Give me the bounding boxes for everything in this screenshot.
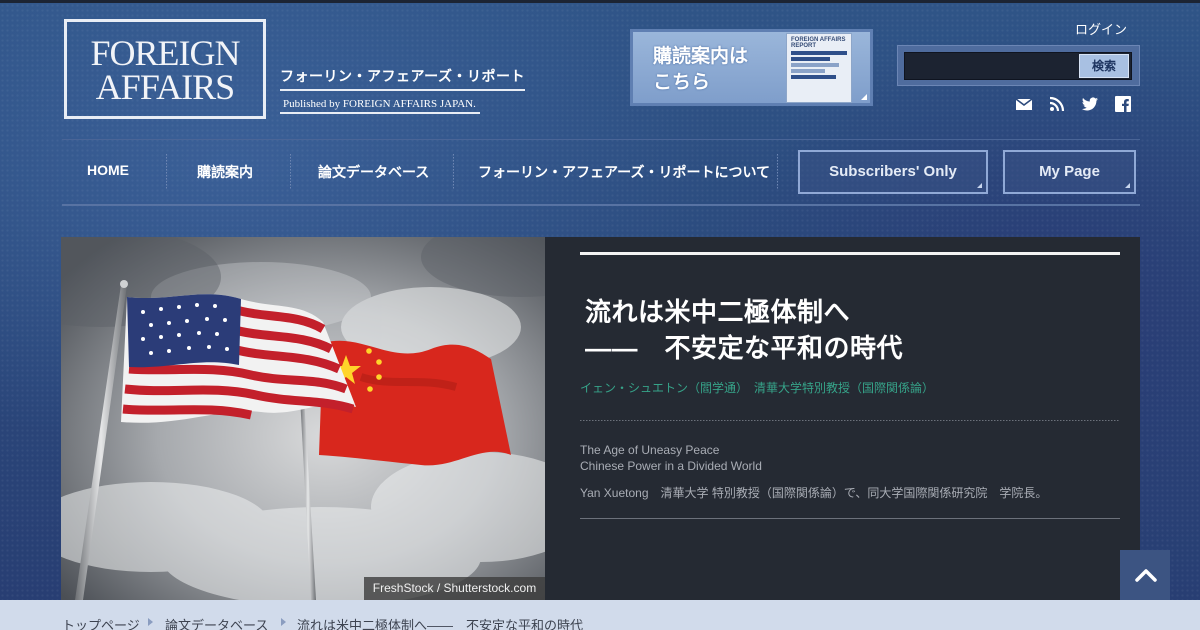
divider xyxy=(580,420,1120,421)
banner-arrow-icon xyxy=(861,94,867,100)
site-name-jp: フォーリン・アフェアーズ・リポート xyxy=(280,66,525,91)
magazine-cover-image: FOREIGN AFFAIRS REPORT xyxy=(786,33,852,103)
mail-icon[interactable] xyxy=(1015,95,1033,113)
publisher-note: Published by FOREIGN AFFAIRS JAPAN. xyxy=(280,98,480,114)
article-panel xyxy=(545,237,1140,600)
breadcrumb-home[interactable]: トップページ xyxy=(62,615,140,630)
rss-icon[interactable] xyxy=(1048,95,1066,113)
twitter-icon[interactable] xyxy=(1081,95,1099,113)
back-to-top-button[interactable] xyxy=(1120,550,1170,600)
nav-top-border xyxy=(62,139,1140,140)
chevron-up-icon xyxy=(1135,569,1157,582)
article-title[interactable]: 流れは米中二極体制へ —— 不安定な平和の時代 xyxy=(585,294,903,366)
author-en: Yan Xuetong 清華大学 特別教授（国際関係論）で、同大学国際関係研究院… xyxy=(580,486,1048,500)
nav-separator xyxy=(290,154,291,190)
breadcrumb-database[interactable]: 論文データベース xyxy=(165,615,268,630)
breadcrumb-current: 流れは米中二極体制へ—— 不安定な平和の時代 xyxy=(297,618,584,630)
divider xyxy=(580,518,1120,519)
nav-separator xyxy=(166,154,167,190)
breadcrumb: トップページ 論文データベース 流れは米中二極体制へ—— 不安定な平和の時代 xyxy=(0,600,1200,630)
nav-home[interactable]: HOME xyxy=(87,162,129,178)
nav-separator xyxy=(777,154,778,190)
author-jp: イェン・シュエトン（閻学通） 清華大学特別教授（国際関係論） xyxy=(580,381,935,395)
search-box: 検索 xyxy=(897,45,1140,86)
original-title: The Age of Uneasy Peace Chinese Power in… xyxy=(580,443,762,473)
banner-text: 購読案内は こちら xyxy=(653,46,749,93)
nav-about[interactable]: フォーリン・アフェアーズ・リポートについて xyxy=(478,162,770,182)
logo-line2: AFFAIRS xyxy=(95,67,235,107)
breadcrumb-arrow-icon xyxy=(148,618,153,626)
nav-bottom-border xyxy=(62,204,1140,206)
search-button[interactable]: 検索 xyxy=(1079,54,1129,78)
subscribers-only-button[interactable]: Subscribers' Only xyxy=(798,150,988,194)
subscription-banner[interactable]: 購読案内は こちら FOREIGN AFFAIRS REPORT xyxy=(630,29,873,106)
nav-article-database[interactable]: 論文データベース xyxy=(318,162,429,182)
image-credit: FreshStock / Shutterstock.com xyxy=(364,577,545,600)
breadcrumb-arrow-icon xyxy=(281,618,286,626)
site-logo[interactable]: FOREIGN AFFAIRS xyxy=(64,19,266,119)
my-page-button[interactable]: My Page xyxy=(1003,150,1136,194)
panel-top-rule xyxy=(580,252,1120,255)
hero-image[interactable] xyxy=(61,237,545,600)
nav-subscription[interactable]: 購読案内 xyxy=(197,162,253,182)
nav-separator xyxy=(453,154,454,190)
logo-line1: FOREIGN xyxy=(90,33,240,73)
login-link[interactable]: ログイン xyxy=(1075,19,1127,38)
facebook-icon[interactable] xyxy=(1114,95,1132,113)
